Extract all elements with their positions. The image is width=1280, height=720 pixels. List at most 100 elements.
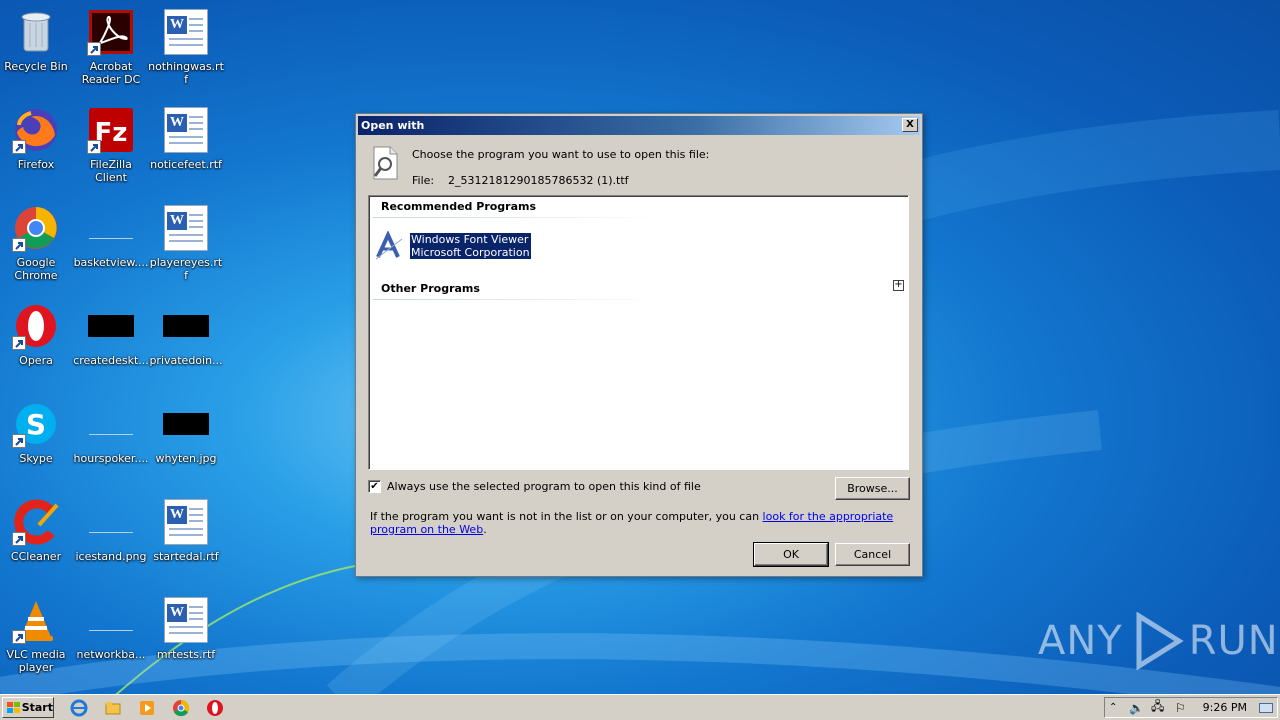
desktop-icon-label: CCleaner xyxy=(10,550,62,563)
desktop-icon-label: Skype xyxy=(19,452,53,465)
opera-icon[interactable] xyxy=(206,699,224,717)
desktop-icon-label: basketview.... xyxy=(73,256,149,269)
font-viewer-icon xyxy=(374,230,404,261)
desktop-icon-chrome[interactable]: Google Chrome xyxy=(0,200,74,290)
desktop-icon-label: VLC media player xyxy=(6,648,66,674)
desktop-icon-label: Recycle Bin xyxy=(4,60,68,73)
always-use-checkbox-row[interactable]: ✔ Always use the selected program to ope… xyxy=(368,480,701,493)
desktop-icon-label: FileZilla Client xyxy=(90,158,132,184)
recommended-programs-header: Recommended Programs xyxy=(381,200,537,213)
desktop-icon-hourspoker[interactable]: hourspoker.... xyxy=(73,396,149,486)
chrome-icon xyxy=(12,204,60,252)
svg-text:S: S xyxy=(26,408,46,441)
help-text-end: . xyxy=(483,523,487,536)
desktop-icon-label: Firefox xyxy=(17,158,55,171)
desktop-icon-skype[interactable]: S Skype xyxy=(0,396,74,486)
shortcut-arrow-icon xyxy=(12,140,26,154)
desktop-icon-acrobat[interactable]: Acrobat Reader DC xyxy=(73,4,149,94)
desktop-icon-label: networkba... xyxy=(76,648,146,661)
desktop-icon-label: privatedoin... xyxy=(149,354,223,367)
windows-logo-icon xyxy=(7,701,20,713)
browse-button[interactable]: Browse... xyxy=(835,477,910,500)
file-name: 2_5312181290185786532 (1).ttf xyxy=(448,174,629,187)
shortcut-arrow-icon xyxy=(12,630,26,644)
desktop-icon-basketview[interactable]: basketview.... xyxy=(73,200,149,290)
action-center-flag-icon[interactable]: ⚐ xyxy=(1175,701,1186,715)
desktop-icon-whyten[interactable]: whyten.jpg xyxy=(148,396,224,486)
word-doc-icon: W xyxy=(162,106,210,154)
desktop-icon-label: playereyes.rtf xyxy=(149,256,223,282)
desktop-icon-networkba[interactable]: networkba... xyxy=(73,592,149,682)
shortcut-arrow-icon xyxy=(87,140,101,154)
volume-icon[interactable]: 🔈 xyxy=(1129,701,1144,715)
show-desktop-icon[interactable] xyxy=(1259,702,1273,713)
always-use-checkbox[interactable]: ✔ xyxy=(368,480,381,493)
close-button[interactable]: X xyxy=(902,118,918,132)
program-item-windows-font-viewer[interactable]: Windows Font Viewer Microsoft Corporatio… xyxy=(374,230,531,262)
opera-icon xyxy=(12,302,60,350)
file-search-icon xyxy=(370,146,400,180)
desktop-icon-noticefeet[interactable]: W noticefeet.rtf xyxy=(148,102,224,192)
desktop-icon-ccleaner[interactable]: CCleaner xyxy=(0,494,74,584)
desktop-icon-firefox[interactable]: Firefox xyxy=(0,102,74,192)
show-hidden-icons-icon[interactable]: ⌃ xyxy=(1109,702,1117,713)
desktop-icon-playereyes[interactable]: W playereyes.rtf xyxy=(148,200,224,290)
blank-file-icon xyxy=(87,400,135,448)
anyrun-watermark: ANY RUN xyxy=(1038,612,1279,670)
desktop-icon-label: Acrobat Reader DC xyxy=(81,60,141,86)
dialog-title: Open with xyxy=(361,119,425,132)
desktop-icon-nothingwas[interactable]: W nothingwas.rtf xyxy=(148,4,224,94)
help-text-body: If the program you want is not in the li… xyxy=(370,510,763,523)
desktop-icon-label: nothingwas.rtf xyxy=(148,60,224,86)
desktop-icon-createdeskt[interactable]: createdeskt... xyxy=(73,298,149,388)
desktop-icon-label: startedal.rtf xyxy=(153,550,219,563)
blank-file-icon xyxy=(87,204,135,252)
clock[interactable]: 9:26 PM xyxy=(1203,701,1247,714)
shortcut-arrow-icon xyxy=(12,532,26,546)
group-divider xyxy=(373,299,663,300)
program-name: Windows Font Viewer xyxy=(410,233,531,246)
other-programs-header[interactable]: Other Programs xyxy=(381,282,480,295)
shortcut-arrow-icon xyxy=(87,42,101,56)
group-divider xyxy=(373,217,663,218)
desktop-icon-label: Opera xyxy=(19,354,53,367)
expand-plus-icon[interactable]: + xyxy=(893,280,904,291)
chrome-icon[interactable] xyxy=(172,699,190,717)
desktop-icon-label: hourspoker.... xyxy=(73,452,149,465)
black-image-icon xyxy=(162,302,210,350)
ok-button[interactable]: OK xyxy=(753,542,829,567)
system-tray: ⌃ 🔈 🖧 ⚐ 9:26 PM xyxy=(1104,697,1278,718)
word-doc-icon: W xyxy=(162,204,210,252)
taskbar: Start ⌃ 🔈 🖧 ⚐ 9:26 PM xyxy=(0,694,1280,720)
internet-explorer-icon[interactable] xyxy=(70,699,88,717)
cancel-button[interactable]: Cancel xyxy=(835,543,910,566)
desktop-icon-privatedoin[interactable]: privatedoin... xyxy=(148,298,224,388)
skype-icon: S xyxy=(12,400,60,448)
media-player-icon[interactable] xyxy=(138,699,156,717)
desktop-icon-label: createdeskt... xyxy=(73,354,149,367)
start-label: Start xyxy=(21,701,53,714)
desktop-icon-opera[interactable]: Opera xyxy=(0,298,74,388)
desktop-icon-recycle-bin[interactable]: Recycle Bin xyxy=(0,4,74,94)
blank-file-icon xyxy=(87,498,135,546)
always-use-label: Always use the selected program to open … xyxy=(387,480,701,493)
desktop-icon-startedal[interactable]: W startedal.rtf xyxy=(148,494,224,584)
dialog-titlebar[interactable]: Open with X xyxy=(358,116,920,135)
acrobat-icon xyxy=(87,8,135,56)
start-button[interactable]: Start xyxy=(2,697,54,718)
desktop-icon-mrtests[interactable]: W mrtests.rtf xyxy=(148,592,224,682)
program-list[interactable]: Recommended Programs Windows Font Viewer… xyxy=(368,195,909,470)
vlc-icon xyxy=(12,596,60,644)
network-icon[interactable]: 🖧 xyxy=(1151,697,1164,718)
word-doc-icon: W xyxy=(162,8,210,56)
shortcut-arrow-icon xyxy=(12,336,26,350)
desktop-icon-filezilla[interactable]: Fz FileZilla Client xyxy=(73,102,149,192)
desktop-icon-vlc[interactable]: VLC media player xyxy=(0,592,74,682)
black-image-icon xyxy=(87,302,135,350)
blank-file-icon xyxy=(87,596,135,644)
open-with-dialog: Open with X Choose the program you want … xyxy=(355,113,923,577)
program-company: Microsoft Corporation xyxy=(410,246,531,259)
desktop-icon-icestand[interactable]: icestand.png xyxy=(73,494,149,584)
file-explorer-icon[interactable] xyxy=(104,699,122,717)
shortcut-arrow-icon xyxy=(12,434,26,448)
